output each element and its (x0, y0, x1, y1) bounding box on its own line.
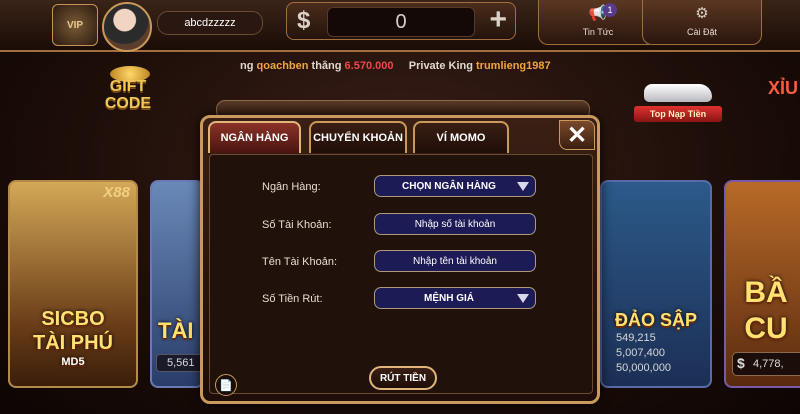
withdraw-form: Ngân Hàng: CHỌN NGÂN HÀNG Số Tài Khoản: … (209, 154, 593, 394)
news-label: Tin Tức (582, 27, 614, 37)
account-number-label: Số Tài Khoản: (262, 219, 332, 231)
chevron-down-icon (517, 182, 529, 191)
jackpot-row: 5,007,400 (616, 347, 665, 359)
gear-icon: ⚙ (695, 5, 709, 22)
game-card-bau-cua[interactable]: BẦ CU $ 4,778, (724, 180, 800, 388)
add-funds-button[interactable]: + (489, 3, 507, 37)
tab-transfer[interactable]: CHUYỂN KHOẢN (309, 121, 407, 153)
withdraw-button[interactable]: RÚT TIỀN (369, 366, 437, 390)
settings-button[interactable]: ⚙ Cài Đặt (642, 0, 762, 45)
car-icon (644, 84, 712, 102)
balance-value: 0 (327, 7, 475, 37)
news-badge: 1 (603, 3, 617, 17)
amount-select[interactable]: MỆNH GIÁ (374, 287, 536, 309)
news-button[interactable]: 📢 1 Tin Tức (538, 0, 658, 45)
game-card-tai[interactable]: TÀI 5,561 (150, 180, 204, 388)
dollar-icon: $ (737, 355, 745, 371)
x88-tag: X88 (103, 184, 130, 201)
bau-cua-jackpot: $ 4,778, (732, 352, 800, 376)
tab-bank[interactable]: NGÂN HÀNG (208, 121, 301, 153)
jackpot-row: 50,000,000 (616, 362, 672, 374)
history-icon[interactable]: 📄 (215, 374, 237, 396)
avatar[interactable] (102, 2, 152, 52)
top-nap-label: Top Nạp Tiền (634, 106, 722, 122)
tai-jackpot: 5,561 (156, 354, 202, 372)
dollar-icon: $ (297, 7, 311, 34)
close-icon: ✕ (566, 121, 588, 149)
top-nap-tien-button[interactable]: Top Nạp Tiền (630, 72, 726, 128)
account-name-label: Tên Tài Khoản: (262, 256, 338, 268)
jackpot-row: 549,215 (616, 332, 656, 344)
vip-emblem-icon[interactable]: VIP (52, 4, 98, 46)
withdraw-modal: NGÂN HÀNG CHUYỂN KHOẢN VÍ MOMO ✕ Ngân Hà… (200, 115, 600, 404)
top-bar: VIP abcdzzzzz $ 0 + 📢 1 Tin Tức ⚙ Cài Đặ… (0, 0, 800, 52)
chevron-down-icon (517, 294, 529, 303)
account-number-input[interactable]: Nhập số tài khoản (374, 213, 536, 235)
game-card-sicbo[interactable]: X88 SICBO TÀI PHÚ MD5 (8, 180, 138, 388)
balance-bar: $ 0 + (286, 2, 516, 40)
bank-select[interactable]: CHỌN NGÂN HÀNG (374, 175, 536, 197)
gift-code-button[interactable]: GIFT CODE (90, 78, 166, 134)
username-display: abcdzzzzz (157, 11, 263, 35)
settings-label: Cài Đặt (686, 27, 717, 37)
game-card-dao-sap[interactable]: ĐẢO SẬP 549,215 5,007,400 50,000,000 (600, 180, 712, 388)
megaphone-icon: 📢 (588, 5, 608, 22)
winners-ticker: ng qoachben thắng 6.570.000 Private King… (240, 60, 551, 72)
tab-momo[interactable]: VÍ MOMO (413, 121, 509, 153)
amount-label: Số Tiền Rút: (262, 293, 323, 305)
account-name-input[interactable]: Nhập tên tài khoản (374, 250, 536, 272)
xiu-promo[interactable]: XỈU (768, 78, 798, 99)
bank-label: Ngân Hàng: (262, 181, 321, 193)
close-button[interactable]: ✕ (559, 120, 595, 150)
